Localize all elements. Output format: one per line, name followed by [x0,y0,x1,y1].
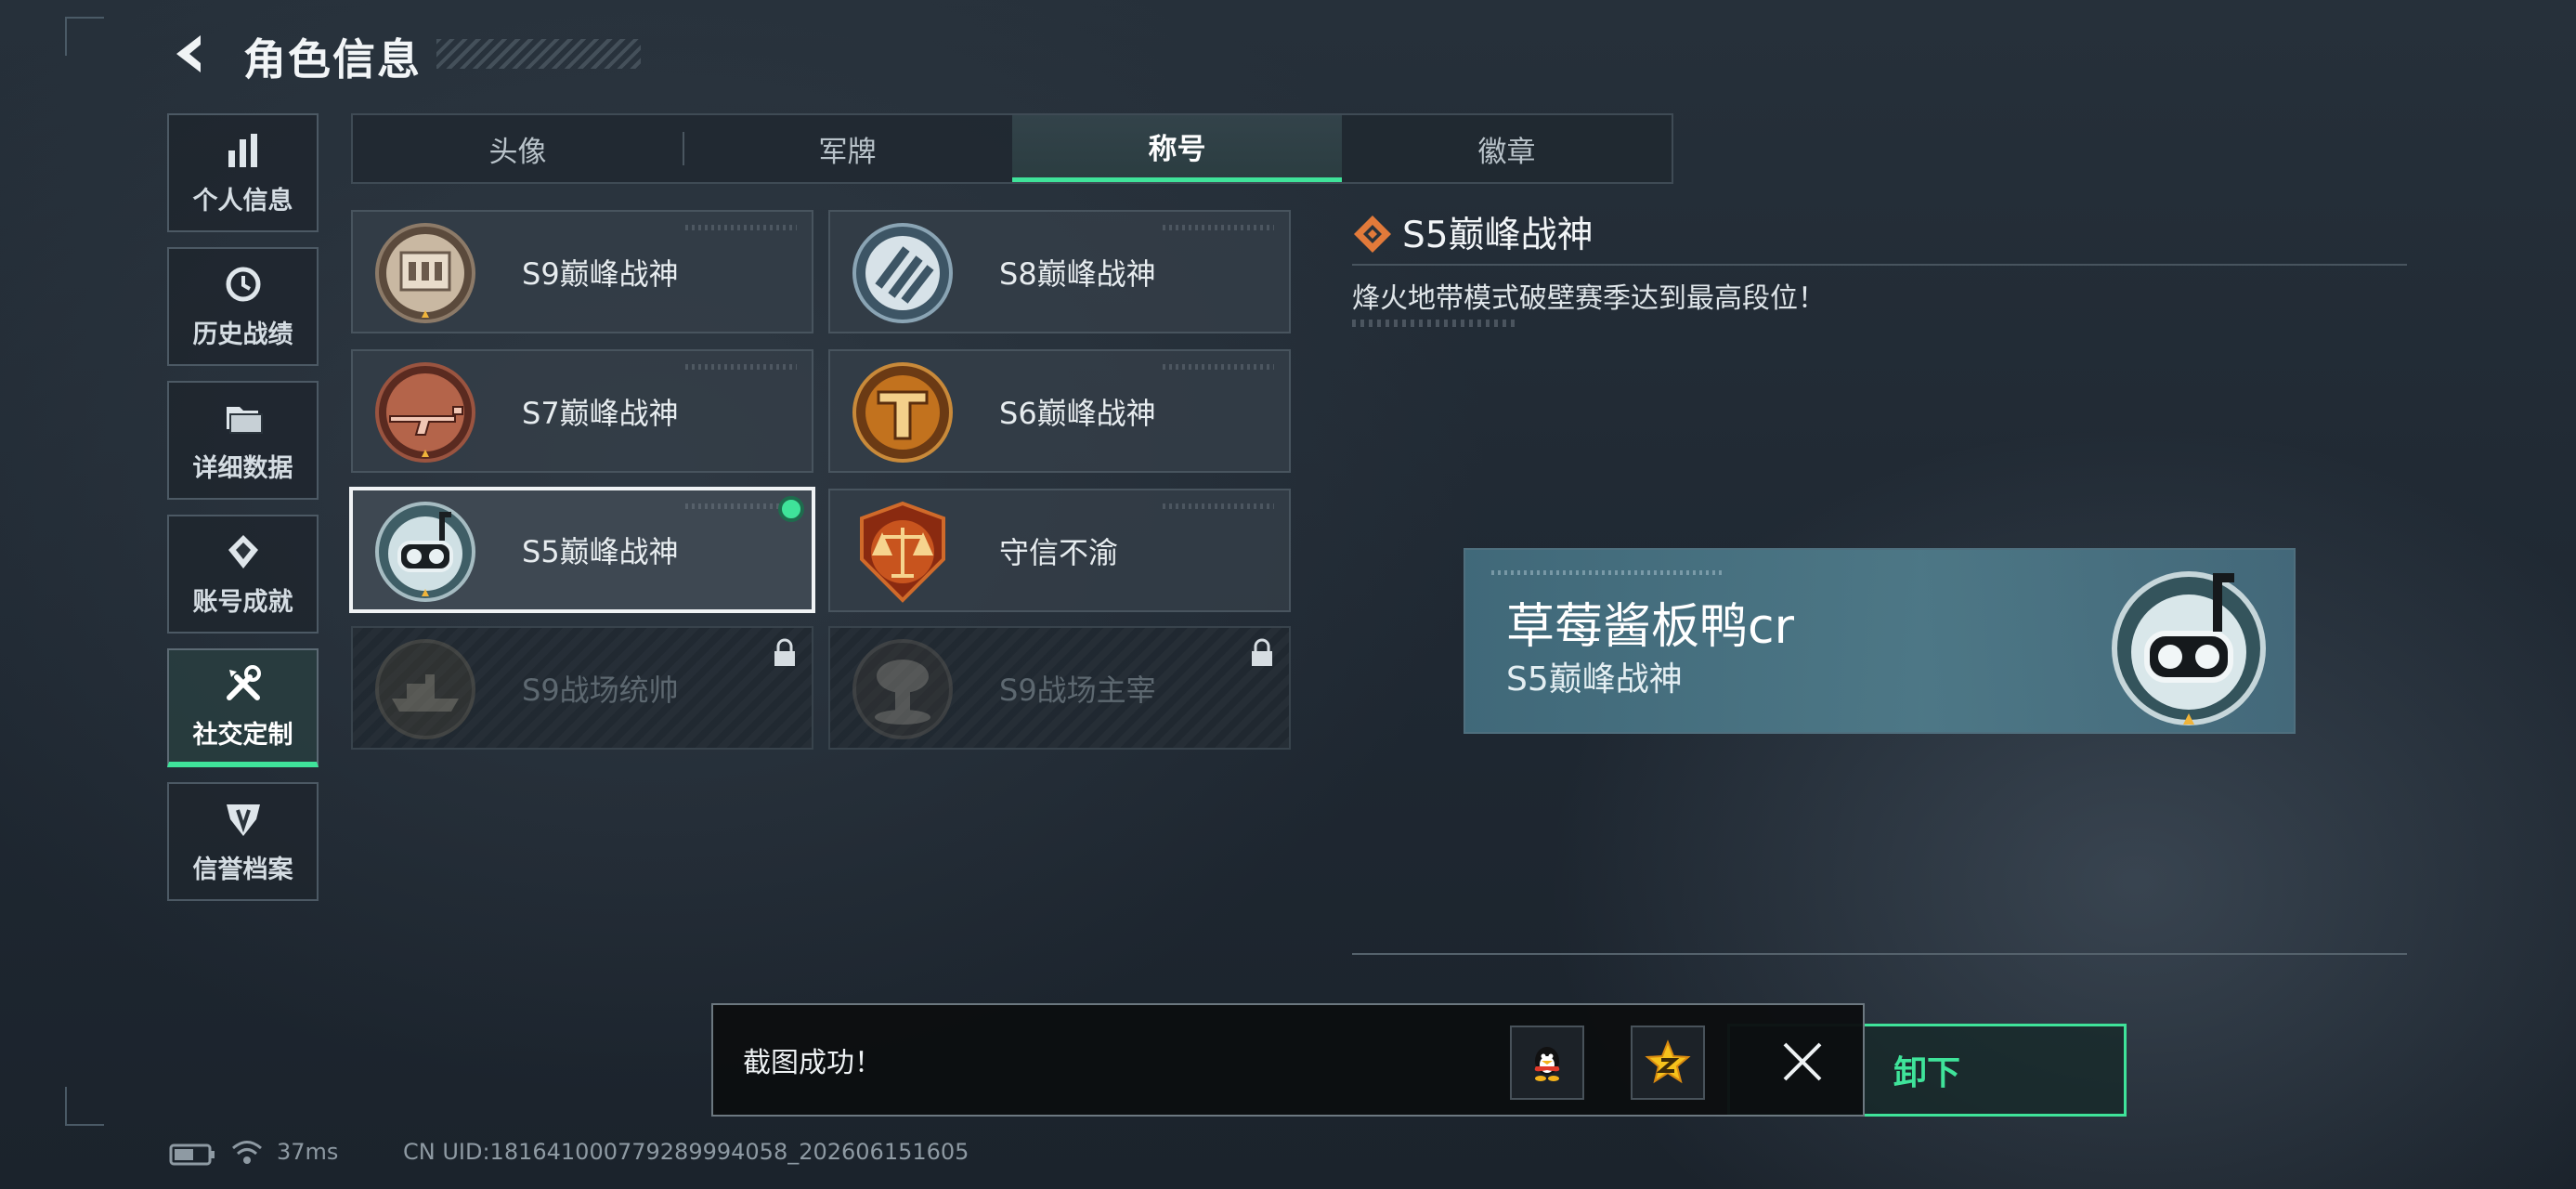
title-card-s9-peak[interactable]: S9巅峰战神 [351,210,813,333]
sidebar-item-detailed-data[interactable]: 详细数据 [167,381,319,500]
toast-message: 截图成功！ [743,1047,882,1079]
card-decoration [685,225,797,230]
qq-penguin-icon [1534,1047,1560,1081]
preview-title: S5巅峰战神 [1506,660,1683,699]
battery-icon [169,1143,215,1166]
sidebar-item-label: 信誉档案 [192,855,293,884]
title-card-label: S5巅峰战神 [522,534,679,569]
ping-readout: 37ms [277,1139,339,1165]
sidebar-item-personal-info[interactable]: 个人信息 [167,113,319,232]
diver-mask-emblem-icon [2112,571,2266,725]
title-card-label: S9战场统帅 [522,672,679,708]
title-card-label: S9巅峰战神 [522,255,679,292]
wifi-icon [232,1141,262,1164]
sidebar-item-label: 个人信息 [192,186,293,216]
qzone-star-icon [1645,1039,1691,1084]
title-preview-card: 草莓酱板鸭cr S5巅峰战神 [1464,548,2296,734]
detail-decoration [1352,320,1519,327]
title-card-s8-peak[interactable]: S8巅峰战神 [828,210,1291,333]
history-clock-icon [226,267,260,301]
frame-corner-bottom-left [65,1087,104,1126]
tab-emblem[interactable]: 徽章 [1342,115,1672,182]
sidebar-item-achievements[interactable]: 账号成就 [167,515,319,634]
sidebar-item-label: 社交定制 [192,720,293,750]
uid-readout: CN UID:1816410007792899940​58_2026061516… [403,1139,969,1165]
rifle-emblem-icon [375,362,475,463]
title-card-label: S6巅峰战神 [999,395,1156,431]
share-qq-button[interactable] [1510,1026,1584,1100]
mushroom-cloud-emblem-icon [852,639,953,739]
divider [1352,953,2407,955]
title-decoration [436,39,641,69]
divider [1352,264,2407,266]
bar-chart-icon [228,133,257,167]
lock-icon [774,638,795,666]
achievement-icon [228,534,258,568]
t-emblem-icon [852,362,953,463]
tools-icon [226,664,261,700]
title-diamond-icon [1354,216,1391,253]
player-name: 草莓酱板鸭cr [1506,599,1794,655]
sidebar-item-label: 历史战绩 [192,320,293,349]
card-decoration [1163,225,1274,230]
back-arrow-icon [176,35,201,72]
back-button[interactable] [167,30,215,78]
building-emblem-icon [375,223,475,323]
tab-military-tag[interactable]: 军牌 [683,115,1012,182]
detail-title: S5巅峰战神 [1402,215,1594,256]
diver-mask-emblem-icon [375,502,475,602]
card-decoration [1163,503,1274,509]
tab-bar: 头像 军牌 称号 徽章 [351,113,1673,184]
striped-emblem-icon [852,223,953,323]
warship-emblem-icon [375,639,475,739]
close-icon[interactable] [1779,1039,1826,1085]
title-card-label: S7巅峰战神 [522,395,679,431]
share-qzone-button[interactable] [1631,1026,1705,1100]
page-title: 角色信息 [243,34,422,85]
card-decoration [1163,364,1274,370]
sidebar-item-credit-profile[interactable]: 信誉档案 [167,782,319,901]
preview-decoration [1491,570,1724,575]
folder-icon [226,406,263,434]
lock-icon [1252,638,1272,666]
sidebar-item-label: 详细数据 [192,453,293,483]
title-card-s9-commander[interactable]: S9战场统帅 [351,626,813,750]
title-card-s6-peak[interactable]: S6巅峰战神 [828,349,1291,473]
scales-emblem-icon [860,501,945,603]
title-card-s9-dominator[interactable]: S9战场主宰 [828,626,1291,750]
tab-avatar[interactable]: 头像 [353,115,683,182]
credit-shield-icon [226,804,260,836]
sidebar-item-label: 账号成就 [192,587,293,617]
title-card-label: S9战场主宰 [999,672,1156,708]
equipped-indicator [778,496,804,522]
frame-corner-top-left [65,17,104,56]
tab-title[interactable]: 称号 [1012,115,1342,182]
detail-description: 烽火地带模式破壁赛季达到最高段位！ [1352,282,1826,315]
title-card-label: 守信不渝 [999,534,1119,570]
sidebar-item-history[interactable]: 历史战绩 [167,247,319,366]
title-card-keep-faith[interactable]: 守信不渝 [828,489,1291,612]
sidebar-item-social-customization[interactable]: 社交定制 [167,648,319,767]
title-card-s7-peak[interactable]: S7巅峰战神 [351,349,813,473]
screenshot-toast: 截图成功！ [711,1003,1865,1117]
card-decoration [685,364,797,370]
title-card-label: S8巅峰战神 [999,255,1156,292]
title-card-s5-peak[interactable]: S5巅峰战神 [349,487,815,613]
